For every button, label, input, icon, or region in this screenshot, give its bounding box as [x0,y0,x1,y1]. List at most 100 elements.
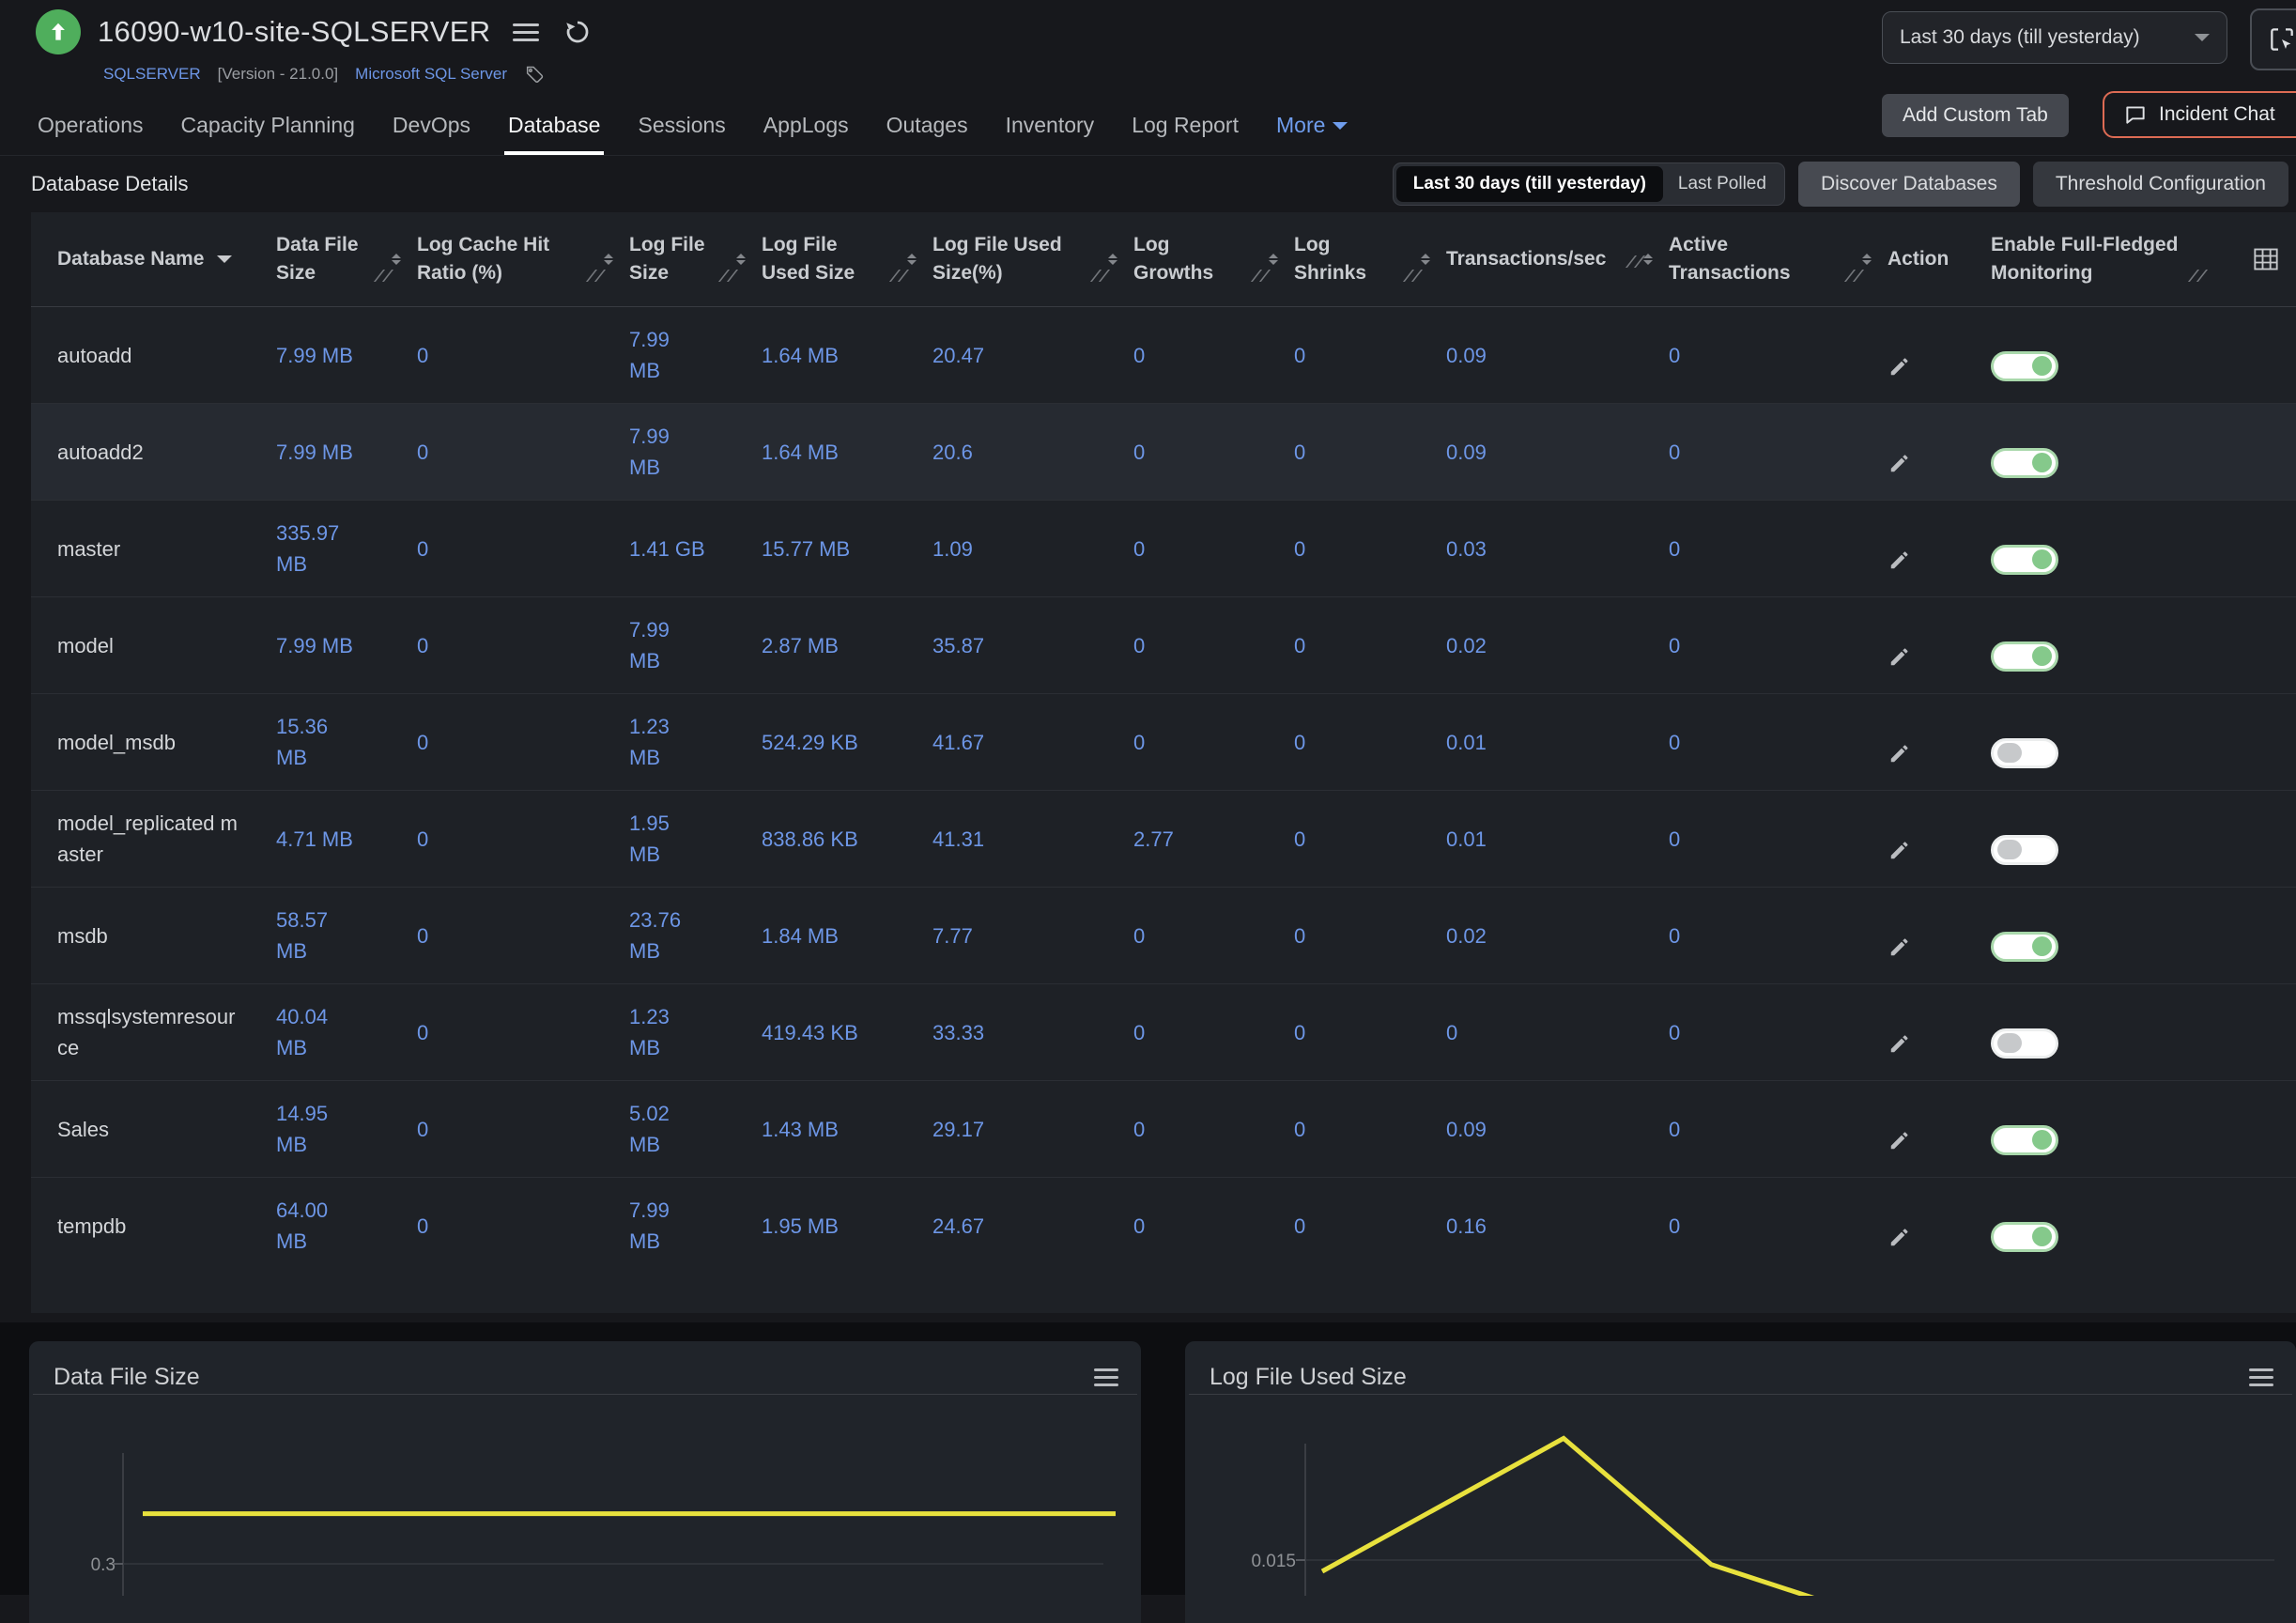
log-file-used-size-pct-cell[interactable]: 24.67 [932,1211,1133,1242]
active-transactions-cell[interactable]: 0 [1669,1114,1888,1145]
tab-inventory[interactable]: Inventory [1006,113,1095,155]
log-file-used-size-cell[interactable]: 2.87 MB [762,630,932,661]
data-file-size-cell[interactable]: 335.97 MB [276,518,417,580]
data-file-size-cell[interactable]: 58.57 MB [276,904,417,966]
monitoring-toggle[interactable] [1991,1028,2058,1059]
transactions-per-sec-cell[interactable]: 0.01 [1446,727,1669,758]
transactions-per-sec-cell[interactable]: 0.09 [1446,437,1669,468]
view-toggle-period-option[interactable]: Last 30 days (till yesterday) [1396,166,1663,202]
transactions-per-sec-cell[interactable]: 0.03 [1446,533,1669,564]
view-toggle-last-polled-option[interactable]: Last Polled [1663,166,1781,202]
log-file-size-cell[interactable]: 7.99 MB [629,324,762,386]
log-cache-hit-ratio-cell[interactable]: 0 [417,437,629,468]
log-shrinks-cell[interactable]: 0 [1294,437,1446,468]
monitoring-toggle[interactable] [1991,351,2058,381]
column-header-log-file-used-size-pct[interactable]: Log File Used Size(%) [932,231,1133,288]
log-shrinks-cell[interactable]: 0 [1294,1211,1446,1242]
add-custom-tab-button[interactable]: Add Custom Tab [1882,94,2069,137]
vendor-link[interactable]: Microsoft SQL Server [355,65,507,84]
log-cache-hit-ratio-cell[interactable]: 0 [417,824,629,855]
log-file-used-size-cell[interactable]: 1.95 MB [762,1211,932,1242]
transactions-per-sec-cell[interactable]: 0.16 [1446,1211,1669,1242]
tab-outages[interactable]: Outages [886,113,968,155]
monitoring-toggle[interactable] [1991,835,2058,865]
data-file-size-cell[interactable]: 7.99 MB [276,437,417,468]
log-file-size-cell[interactable]: 1.95 MB [629,808,762,870]
log-cache-hit-ratio-cell[interactable]: 0 [417,1017,629,1048]
log-shrinks-cell[interactable]: 0 [1294,920,1446,951]
log-file-used-size-cell[interactable]: 1.64 MB [762,340,932,371]
log-growths-cell[interactable]: 0 [1133,630,1294,661]
log-file-used-size-pct-cell[interactable]: 41.67 [932,727,1133,758]
active-transactions-cell[interactable]: 0 [1669,533,1888,564]
log-file-used-size-pct-cell[interactable]: 20.6 [932,437,1133,468]
edit-pencil-icon[interactable] [1888,742,1911,765]
column-header-action[interactable]: Action [1888,245,1991,274]
tab-operations[interactable]: Operations [38,113,144,155]
log-file-used-size-pct-cell[interactable]: 41.31 [932,824,1133,855]
grid-columns-icon[interactable] [2253,247,2279,271]
log-file-used-size-pct-cell[interactable]: 29.17 [932,1114,1133,1145]
log-growths-cell[interactable]: 0 [1133,340,1294,371]
discover-databases-button[interactable]: Discover Databases [1798,162,2020,207]
tab-sessions[interactable]: Sessions [638,113,725,155]
log-cache-hit-ratio-cell[interactable]: 0 [417,920,629,951]
log-file-used-size-cell[interactable]: 838.86 KB [762,824,932,855]
log-file-size-cell[interactable]: 23.76 MB [629,904,762,966]
refresh-icon[interactable] [563,18,592,46]
chart-menu-hamburger-icon[interactable] [1094,1368,1118,1386]
monitoring-toggle[interactable] [1991,448,2058,478]
log-cache-hit-ratio-cell[interactable]: 0 [417,630,629,661]
transactions-per-sec-cell[interactable]: 0.09 [1446,340,1669,371]
threshold-configuration-button[interactable]: Threshold Configuration [2033,162,2288,207]
active-transactions-cell[interactable]: 0 [1669,824,1888,855]
log-growths-cell[interactable]: 2.77 [1133,824,1294,855]
log-cache-hit-ratio-cell[interactable]: 0 [417,727,629,758]
log-shrinks-cell[interactable]: 0 [1294,533,1446,564]
monitor-type-link[interactable]: SQLSERVER [103,65,201,84]
log-file-used-size-pct-cell[interactable]: 35.87 [932,630,1133,661]
log-file-used-size-pct-cell[interactable]: 7.77 [932,920,1133,951]
log-file-used-size-cell[interactable]: 15.77 MB [762,533,932,564]
monitoring-toggle[interactable] [1991,1222,2058,1252]
log-file-size-cell[interactable]: 7.99 MB [629,421,762,483]
transactions-per-sec-cell[interactable]: 0.01 [1446,824,1669,855]
column-header-enable-monitoring[interactable]: Enable Full-Fledged Monitoring [1991,231,2231,288]
log-file-used-size-pct-cell[interactable]: 20.47 [932,340,1133,371]
data-file-size-cell[interactable]: 7.99 MB [276,340,417,371]
log-growths-cell[interactable]: 0 [1133,533,1294,564]
chart-menu-hamburger-icon[interactable] [2249,1368,2273,1386]
tag-icon[interactable] [524,64,545,85]
active-transactions-cell[interactable]: 0 [1669,437,1888,468]
transactions-per-sec-cell[interactable]: 0.02 [1446,920,1669,951]
active-transactions-cell[interactable]: 0 [1669,920,1888,951]
log-growths-cell[interactable]: 0 [1133,727,1294,758]
log-file-size-cell[interactable]: 7.99 MB [629,614,762,676]
log-cache-hit-ratio-cell[interactable]: 0 [417,533,629,564]
monitoring-toggle[interactable] [1991,545,2058,575]
log-shrinks-cell[interactable]: 0 [1294,824,1446,855]
data-file-size-cell[interactable]: 4.71 MB [276,824,417,855]
tab-more[interactable]: More [1276,113,1348,155]
log-file-size-cell[interactable]: 1.23 MB [629,1001,762,1063]
data-file-size-cell[interactable]: 40.04 MB [276,1001,417,1063]
tab-capacity-planning[interactable]: Capacity Planning [181,113,355,155]
log-file-used-size-cell[interactable]: 524.29 KB [762,727,932,758]
incident-chat-button[interactable]: Incident Chat [2103,91,2296,138]
log-growths-cell[interactable]: 0 [1133,920,1294,951]
monitoring-toggle[interactable] [1991,932,2058,962]
log-shrinks-cell[interactable]: 0 [1294,1114,1446,1145]
active-transactions-cell[interactable]: 0 [1669,1017,1888,1048]
tab-applogs[interactable]: AppLogs [763,113,849,155]
column-header-log-cache-hit-ratio[interactable]: Log Cache Hit Ratio (%) [417,231,629,288]
tab-database[interactable]: Database [508,113,600,155]
edit-pencil-icon[interactable] [1888,452,1911,475]
edit-pencil-icon[interactable] [1888,355,1911,379]
edit-pencil-icon[interactable] [1888,1129,1911,1152]
tab-log-report[interactable]: Log Report [1132,113,1239,155]
log-file-size-cell[interactable]: 1.41 GB [629,533,762,564]
log-growths-cell[interactable]: 0 [1133,437,1294,468]
column-header-transactions-per-sec[interactable]: Transactions/sec [1446,245,1669,274]
export-icon-button[interactable] [2250,8,2296,70]
log-growths-cell[interactable]: 0 [1133,1114,1294,1145]
